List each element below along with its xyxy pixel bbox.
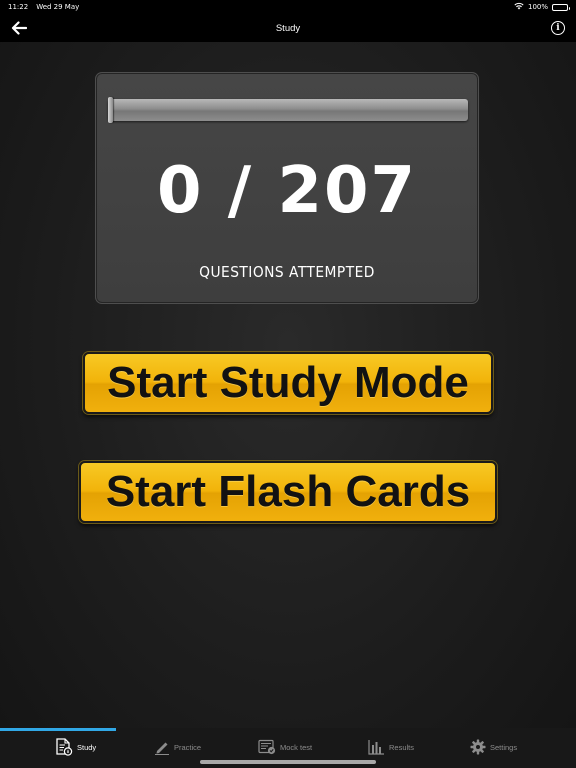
back-button[interactable]: [10, 20, 28, 36]
tab-label: Results: [389, 742, 415, 752]
tab-label: Practice: [174, 742, 202, 752]
pencil-icon: [155, 742, 169, 755]
active-tab-indicator: [0, 728, 116, 731]
study-document-icon: [56, 738, 73, 756]
tab-practice[interactable]: Practice: [154, 736, 201, 758]
tab-label: Study: [77, 742, 97, 752]
questions-attempted-label: QUESTIONS ATTEMPTED: [199, 263, 375, 281]
info-button[interactable]: i: [551, 21, 565, 35]
progress-bar-fill: [108, 97, 113, 123]
start-study-mode-button[interactable]: Start Study Mode: [83, 352, 493, 414]
info-icon: i: [556, 23, 560, 33]
navigation-bar: Study i: [0, 14, 576, 42]
gear-icon: [470, 739, 486, 755]
bar-chart-icon: [368, 740, 384, 755]
status-bar: 11:22 Wed 29 May 100%: [0, 0, 576, 14]
tab-label: Mock test: [280, 742, 313, 752]
study-screen: 11:22 Wed 29 May 100% Study i 0 / 207 QU…: [0, 0, 576, 768]
questions-attempted-count: 0 / 207: [156, 154, 418, 228]
battery-percent: 100%: [527, 3, 548, 11]
status-date: Wed 29 May: [36, 3, 80, 11]
tab-label: Settings: [490, 742, 518, 752]
arrow-left-icon: [11, 21, 27, 35]
progress-panel: 0 / 207 QUESTIONS ATTEMPTED: [95, 72, 479, 304]
home-indicator: [200, 760, 376, 764]
tab-settings[interactable]: Settings: [470, 736, 517, 758]
status-time: 11:22: [8, 3, 29, 11]
mock-test-icon: [258, 739, 276, 755]
tab-results[interactable]: Results: [368, 736, 414, 758]
wifi-icon: [514, 2, 524, 12]
progress-bar: [108, 97, 468, 123]
tab-study[interactable]: Study: [55, 736, 96, 758]
page-title: Study: [275, 22, 301, 34]
battery-icon: [552, 3, 570, 11]
tab-mock-test[interactable]: Mock test: [258, 736, 312, 758]
start-flash-cards-button[interactable]: Start Flash Cards: [79, 461, 497, 523]
